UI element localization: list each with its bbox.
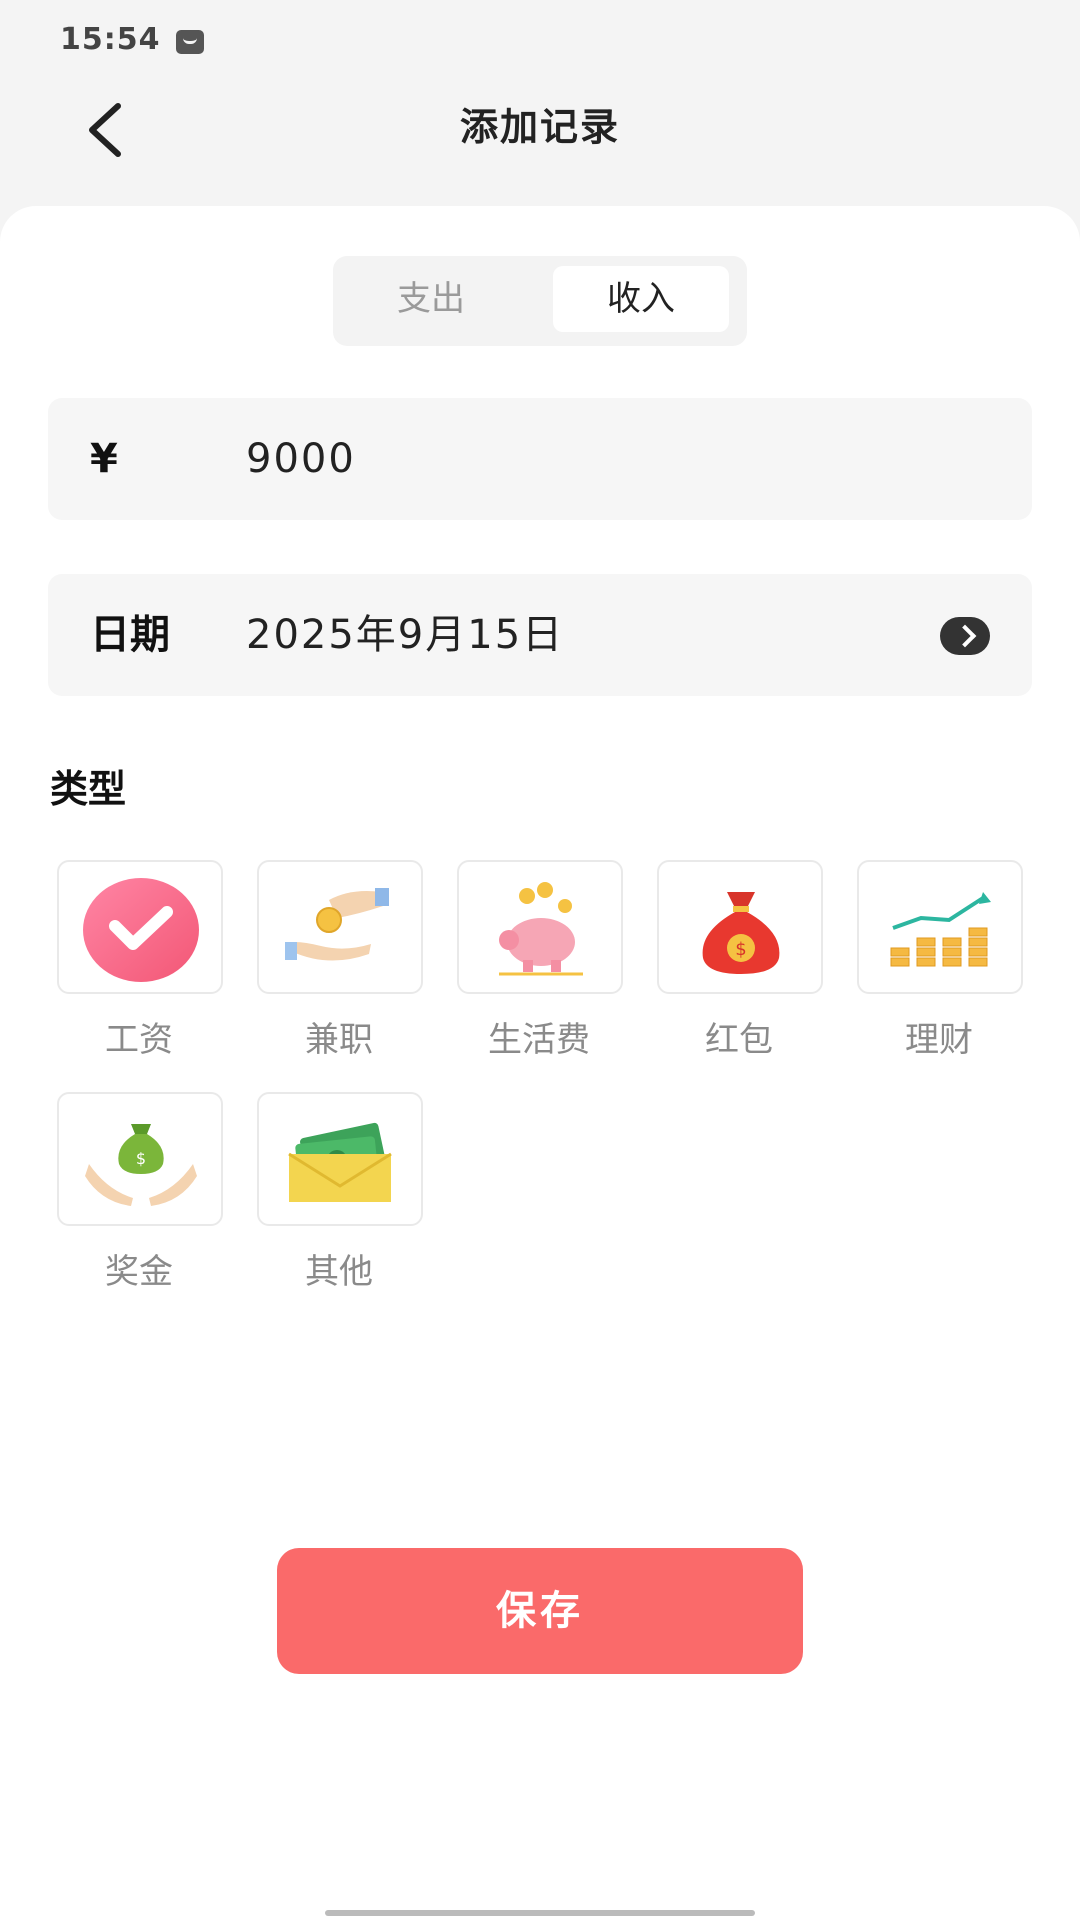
category-salary[interactable]: 工资 <box>57 860 223 1061</box>
investment-chart-icon <box>890 892 991 967</box>
top-nav: 添加记录 <box>0 80 1080 200</box>
status-bar: 15:54 <box>0 0 1080 80</box>
date-field[interactable]: 日期 2025年9月15日 <box>48 574 1032 696</box>
svg-text:$: $ <box>136 1149 146 1168</box>
hand-coin-icon <box>285 888 389 961</box>
category-label: 其他 <box>305 1252 373 1292</box>
notification-icon <box>176 30 204 54</box>
page-title: 添加记录 <box>459 105 620 149</box>
chevron-right-icon[interactable] <box>940 617 990 655</box>
category-living-expense[interactable]: 生活费 <box>457 860 623 1061</box>
amount-input[interactable]: 9000 <box>246 398 946 520</box>
tab-expense[interactable]: 支出 <box>343 266 519 332</box>
type-segmented-control: 支出 收入 <box>333 256 747 346</box>
category-label: 兼职 <box>305 1020 373 1060</box>
category-other[interactable]: 其他 <box>257 1092 423 1293</box>
category-bonus[interactable]: $ 奖金 <box>57 1092 223 1293</box>
currency-symbol: ¥ <box>90 436 118 482</box>
category-part-time[interactable]: 兼职 <box>257 860 423 1061</box>
home-indicator <box>325 1910 755 1916</box>
category-label: 生活费 <box>488 1020 590 1060</box>
category-label: 工资 <box>105 1020 173 1060</box>
save-button[interactable]: 保存 <box>277 1548 803 1674</box>
category-label: 理财 <box>905 1020 973 1060</box>
category-label: 红包 <box>705 1020 773 1060</box>
form-card: 支出 收入 ¥ 9000 日期 2025年9月15日 类型 工资 兼职 生活费 … <box>0 206 1080 1920</box>
category-section-title: 类型 <box>50 767 127 811</box>
date-label: 日期 <box>90 612 170 658</box>
amount-field[interactable]: ¥ 9000 <box>48 398 1032 520</box>
category-red-packet[interactable]: $ 红包 <box>657 860 823 1061</box>
svg-text:$: $ <box>735 939 746 960</box>
piggy-bank-icon <box>499 882 583 976</box>
red-money-bag-icon: $ <box>702 892 780 974</box>
category-investment[interactable]: 理财 <box>857 860 1023 1061</box>
money-bag-hands-icon: $ <box>85 1124 197 1206</box>
status-time: 15:54 <box>60 22 161 57</box>
tab-income[interactable]: 收入 <box>553 266 729 332</box>
category-label: 奖金 <box>105 1252 173 1292</box>
check-badge-icon <box>83 878 199 982</box>
cash-envelope-icon <box>288 1122 392 1202</box>
date-value[interactable]: 2025年9月15日 <box>246 574 946 696</box>
